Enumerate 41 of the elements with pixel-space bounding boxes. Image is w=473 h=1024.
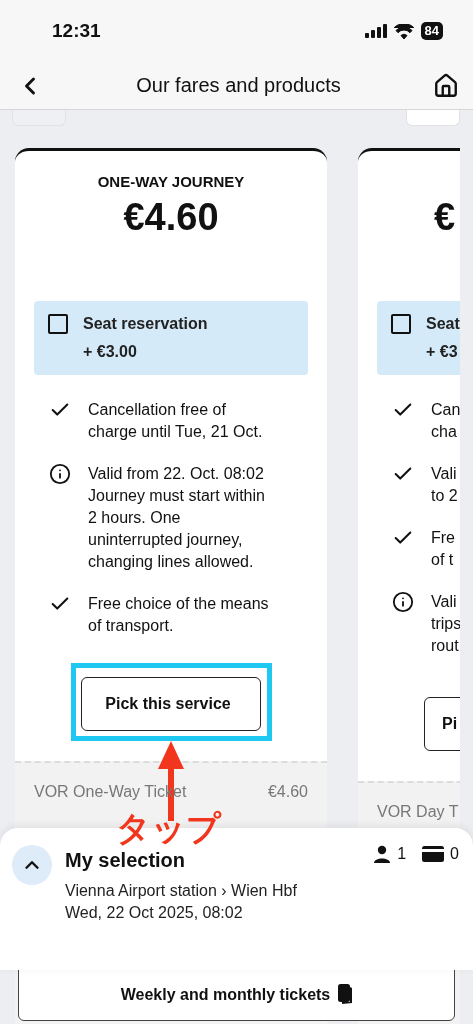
page-title: Our fares and products (136, 74, 341, 97)
feature-text: Vali trips rout (431, 592, 460, 656)
pick-service-button[interactable]: Pick this service (81, 677, 261, 731)
fare-title: ONE-WAY JOURNEY (96, 173, 246, 192)
ticket-icon (338, 984, 353, 1004)
discount-card-count: 0 (450, 845, 459, 863)
pick-service-button[interactable]: Pi (424, 697, 460, 751)
feature-text: Vali to 2 (431, 464, 458, 506)
route-text: Vienna Airport station › Wien Hbf (65, 881, 298, 901)
expand-button[interactable] (12, 845, 52, 885)
clock: 12:31 (52, 20, 101, 42)
seat-label: Seat reservation (83, 314, 208, 334)
seat-option[interactable]: Seat + €3 (377, 301, 460, 375)
home-icon (433, 72, 459, 99)
annotation-label: タップ (116, 807, 221, 850)
checkbox[interactable] (48, 314, 68, 334)
signal-icon (364, 24, 387, 38)
battery-level: 84 (420, 22, 443, 40)
info-icon (392, 591, 414, 613)
fare-price: € (433, 195, 457, 239)
ticket-name: VOR Day T (377, 803, 459, 821)
seat-price: + €3.00 (83, 342, 138, 362)
seat-price: + €3 (426, 342, 459, 362)
passenger-count: 1 (397, 845, 407, 863)
info-icon (49, 463, 71, 485)
selection-title: My selection (65, 849, 186, 872)
feature-text: Fre of t (431, 528, 455, 570)
person-icon (373, 845, 392, 863)
checkbox[interactable] (391, 314, 411, 334)
feature-text: Can cha (431, 400, 460, 442)
seat-label: Seat (426, 314, 460, 334)
fare-price: €4.60 (122, 195, 220, 239)
home-button[interactable] (433, 72, 459, 99)
card-icon (422, 846, 445, 862)
wifi-icon (393, 23, 414, 39)
feature-text: Free choice of the means of transport. (88, 594, 269, 636)
seat-option[interactable]: Seat reservation + €3.00 (34, 301, 308, 375)
feature-text: Cancellation free of charge until Tue, 21 Oct. (88, 400, 263, 442)
date-text: Wed, 22 Oct 2025, 08:02 (65, 903, 244, 923)
feature-text: Valid from 22. Oct. 08:02 Journey must start within 2 hours. One uninterrupted journey, changing lines allowed. (88, 464, 265, 572)
ticket-price: €4.60 (267, 783, 308, 801)
